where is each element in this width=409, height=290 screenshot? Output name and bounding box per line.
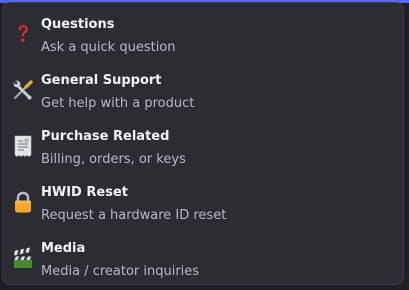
menu-option-title: Media	[41, 241, 86, 256]
menu-option-description: Billing, orders, or keys	[41, 152, 186, 167]
menu-option-title: Purchase Related	[41, 129, 170, 144]
menu-option-description: Get help with a product	[41, 96, 195, 111]
menu-option-title: Questions	[41, 17, 115, 32]
menu-option-questions[interactable]: Questions Ask a quick question	[3, 6, 403, 62]
menu-option-title: HWID Reset	[41, 185, 128, 200]
tools-icon	[11, 78, 35, 102]
lock-icon	[11, 190, 35, 214]
receipt-icon	[11, 134, 35, 158]
select-menu-dropdown: Questions Ask a quick question General S…	[2, 2, 404, 285]
menu-option-title: General Support	[41, 73, 162, 88]
menu-option-description: Media / creator inquiries	[41, 264, 200, 279]
menu-option-general-support[interactable]: General Support Get help with a product	[3, 62, 403, 118]
question-mark-icon	[11, 22, 35, 46]
menu-option-description: Request a hardware ID reset	[41, 208, 227, 223]
clapper-board-icon	[11, 246, 35, 270]
menu-option-purchase-related[interactable]: Purchase Related Billing, orders, or key…	[3, 118, 403, 174]
menu-option-media[interactable]: Media Media / creator inquiries	[3, 230, 403, 286]
menu-option-hwid-reset[interactable]: HWID Reset Request a hardware ID reset	[3, 174, 403, 230]
menu-option-description: Ask a quick question	[41, 40, 176, 55]
